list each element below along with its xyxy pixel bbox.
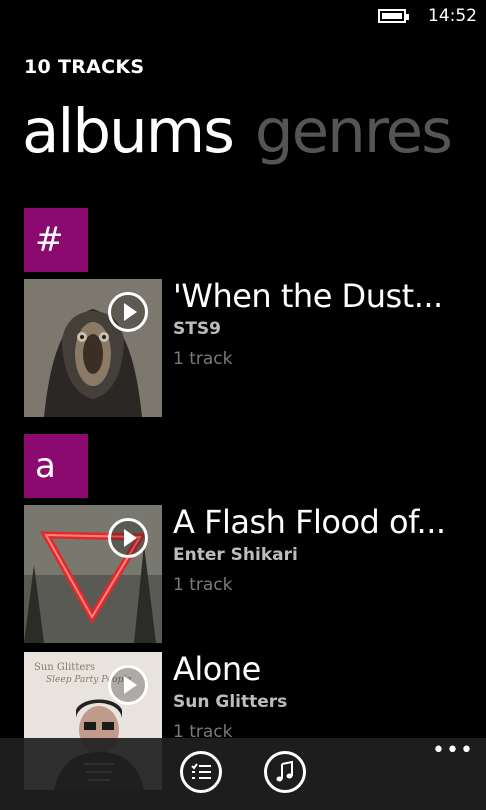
battery-icon	[378, 9, 409, 23]
page-title: 10 TRACKS	[24, 56, 145, 78]
album-title: Alone	[173, 650, 261, 688]
queue-list-icon[interactable]	[180, 751, 222, 793]
tab-albums[interactable]: albums	[22, 98, 235, 166]
album-title: 'When the Dust...	[173, 277, 443, 315]
album-artist: Enter Shikari	[173, 545, 298, 565]
clock: 14:52	[428, 6, 477, 26]
pivot-header: albums genres	[22, 98, 473, 166]
album-item[interactable]: A Flash Flood of... Enter Shikari 1 trac…	[24, 503, 474, 645]
ellipsis-icon[interactable]: •••	[432, 740, 474, 762]
group-header-hash[interactable]: #	[24, 208, 88, 272]
status-bar: 14:52	[0, 0, 486, 36]
group-header-a[interactable]: a	[24, 434, 88, 498]
art-text: Sun Glitters	[34, 662, 95, 673]
music-note-icon[interactable]	[264, 751, 306, 793]
tab-genres[interactable]: genres	[255, 98, 453, 166]
album-artist: Sun Glitters	[173, 692, 288, 712]
album-title: A Flash Flood of...	[173, 503, 446, 541]
play-circle-icon[interactable]	[108, 292, 148, 332]
album-item[interactable]: 'When the Dust... STS9 1 track	[24, 277, 474, 419]
album-track-count: 1 track	[173, 575, 233, 595]
play-circle-icon[interactable]	[108, 518, 148, 558]
app-bar: •••	[0, 738, 486, 810]
play-circle-icon[interactable]	[108, 665, 148, 705]
album-track-count: 1 track	[173, 349, 233, 369]
album-artist: STS9	[173, 319, 221, 339]
